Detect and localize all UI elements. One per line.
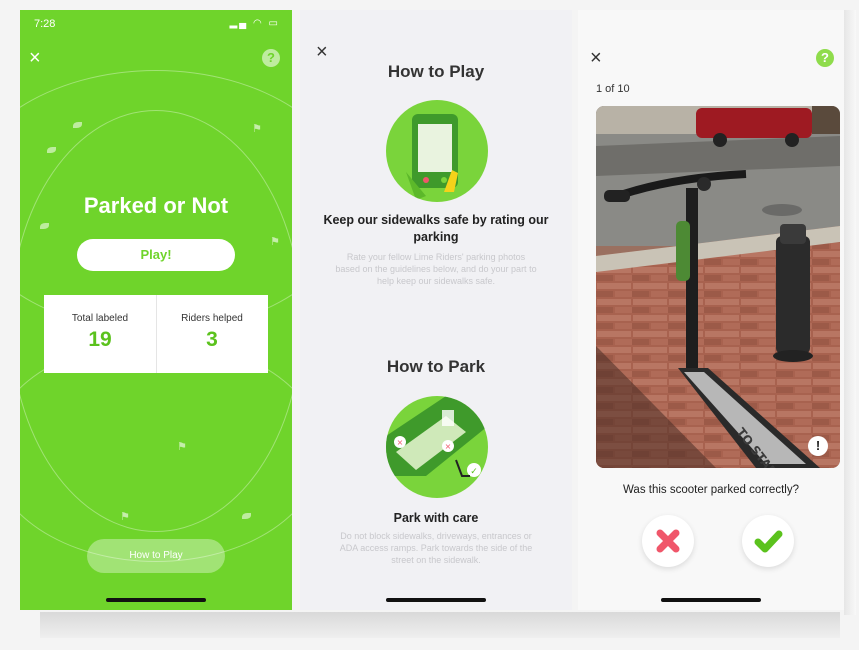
how-to-play-body: Rate your fellow Lime Riders' parking ph… — [335, 252, 537, 286]
check-icon — [754, 530, 783, 553]
game-title: Parked or Not — [83, 193, 229, 218]
stat-label: Riders helped — [181, 313, 243, 324]
parked-correctly-button[interactable] — [742, 515, 794, 567]
home-indicator[interactable] — [106, 598, 206, 602]
not-parked-button[interactable] — [642, 515, 694, 567]
flag-icon: ⚑ — [177, 441, 187, 453]
warning-icon[interactable]: ! — [808, 436, 828, 456]
svg-text:×: × — [397, 438, 404, 447]
close-icon[interactable]: × — [29, 48, 41, 68]
how-to-park-subheading: Park with care — [393, 511, 479, 525]
intro-screen: 7:28 ▂▄ ◠ ▭ × ? ⚑ ⚑ ⚑ ⚑ Parked or Not Pl… — [20, 10, 292, 610]
rating-screen: × ? 1 of 10 TO START ! Was this scooter … — [578, 10, 844, 610]
close-icon[interactable]: × — [316, 42, 328, 62]
status-icons: ▂▄ ◠ ▭ — [229, 18, 280, 29]
stat-riders-helped: Riders helped 3 — [156, 295, 268, 373]
how-to-park-body: Do not block sidewalks, driveways, entra… — [339, 531, 533, 565]
how-to-park-heading: How to Park — [386, 357, 486, 376]
close-icon[interactable]: × — [590, 48, 602, 68]
stat-value: 19 — [88, 328, 112, 351]
phone-rating-illustration — [406, 114, 458, 200]
flag-icon: ⚑ — [252, 123, 262, 135]
scooter-photo: TO START ! — [596, 106, 840, 468]
instructions-screen: × How to Play Keep our sidewalks safe by… — [300, 10, 572, 610]
phone-illustration — [386, 100, 488, 202]
home-indicator[interactable] — [661, 598, 761, 602]
svg-text:✓: ✓ — [470, 467, 478, 477]
help-icon[interactable]: ? — [262, 49, 280, 67]
how-to-play-heading: How to Play — [387, 62, 485, 81]
stat-label: Total labeled — [71, 313, 129, 324]
stat-total-labeled: Total labeled 19 — [44, 295, 156, 373]
device-frame-edge — [844, 10, 856, 615]
home-indicator[interactable] — [386, 598, 486, 602]
play-button[interactable]: Play! — [77, 239, 235, 271]
status-time: 7:28 — [34, 18, 56, 30]
how-to-play-subheading: Keep our sidewalks safe by rating our pa… — [323, 213, 549, 244]
device-frame-bottom — [40, 612, 840, 638]
sidewalk-parking-illustration: × × ✓ — [386, 396, 488, 477]
flag-icon: ⚑ — [270, 236, 280, 248]
svg-text:×: × — [445, 442, 452, 451]
stat-value: 3 — [206, 328, 218, 351]
scooter-photo-image: TO START — [596, 106, 840, 468]
parking-question: Was this scooter parked correctly? — [623, 484, 799, 496]
help-icon[interactable]: ? — [816, 49, 834, 67]
progress-counter: 1 of 10 — [596, 83, 630, 95]
map-ring-lower — [20, 340, 292, 562]
sidewalk-illustration: × × ✓ — [386, 396, 488, 498]
stats-card: Total labeled 19 Riders helped 3 — [44, 295, 268, 373]
cross-icon — [656, 529, 680, 553]
how-to-play-button[interactable]: How to Play — [87, 539, 225, 573]
flag-icon: ⚑ — [120, 511, 130, 523]
